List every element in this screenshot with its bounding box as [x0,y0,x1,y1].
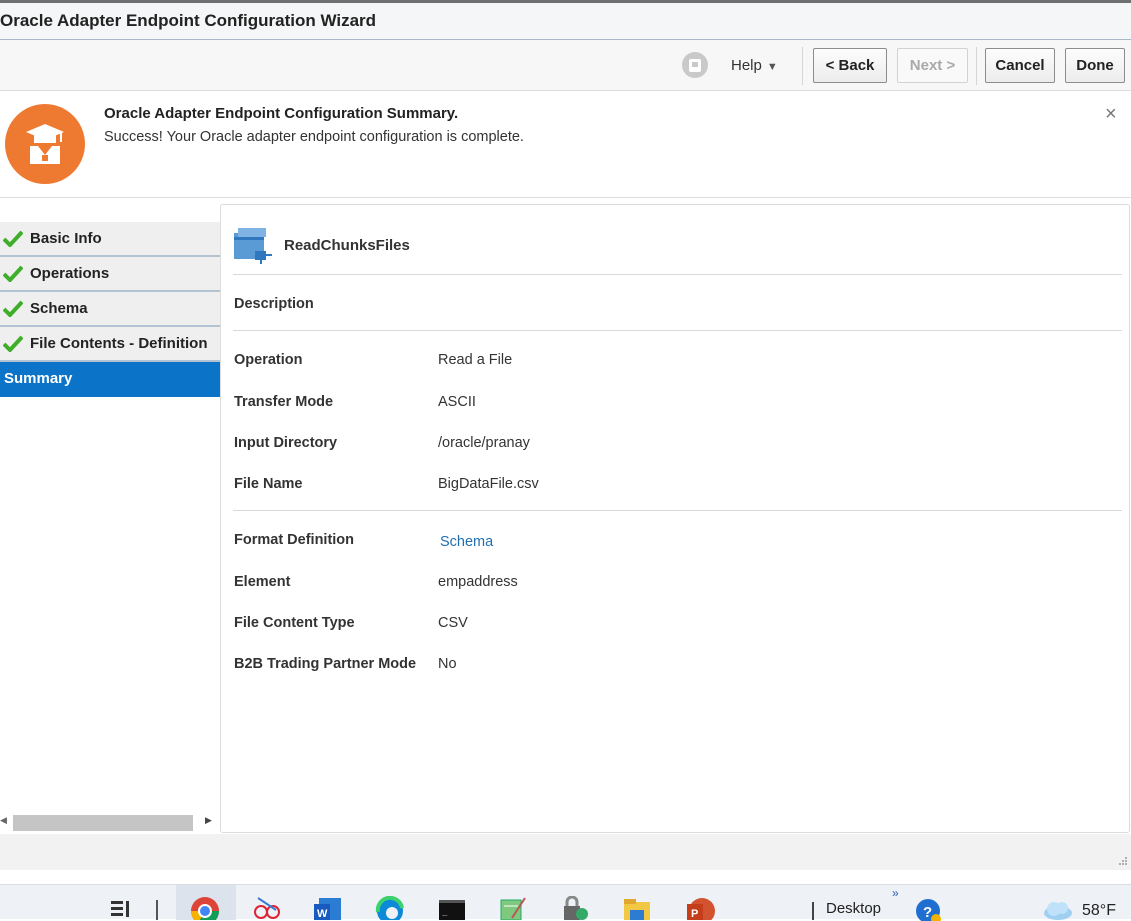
file-name-value: BigDataFile.csv [438,476,539,492]
help-label: Help [731,57,762,74]
weather-icon[interactable] [1042,897,1074,921]
task-view-icon[interactable] [110,899,132,919]
word-icon[interactable]: W [313,896,343,920]
endpoint-icon [234,228,272,264]
svg-text:_: _ [442,907,448,917]
b2b-trading-partner-mode-value: No [438,656,457,672]
help-icon[interactable]: ? [914,897,944,921]
transfer-mode-value: ASCII [438,394,476,410]
banner-title: Oracle Adapter Endpoint Configuration Su… [104,105,459,122]
terminal-icon[interactable]: _ [438,896,468,920]
done-button[interactable]: Done [1065,48,1125,83]
sidebar-item-label: Operations [30,265,110,282]
back-button[interactable]: < Back [813,48,887,83]
cancel-button[interactable]: Cancel [985,48,1055,83]
next-button[interactable]: Next > [897,48,968,83]
operation-value: Read a File [438,352,513,368]
temperature-readout[interactable]: 58°F [1082,902,1116,920]
divider [233,330,1122,331]
taskbar-gap [0,870,1131,884]
scrollbar-thumb[interactable] [13,815,193,831]
file-explorer-icon[interactable] [622,896,652,920]
sidebar-item-schema[interactable]: Schema [0,292,220,327]
check-icon [3,300,23,317]
resize-grip-icon[interactable] [1118,856,1128,866]
title-bar: Oracle Adapter Endpoint Configuration Wi… [0,3,1131,40]
dialog-footer [0,834,1131,870]
file-content-type-label: File Content Type [234,615,355,631]
chrome-icon[interactable] [190,896,220,920]
input-directory-label: Input Directory [234,435,338,451]
snipping-tool-icon[interactable] [252,896,282,920]
sidebar-item-label: Summary [4,370,73,387]
file-content-type-value: CSV [438,615,468,631]
check-icon [3,230,23,247]
schema-link[interactable]: Schema [440,534,493,550]
sidebar-item-file-contents-definition[interactable]: File Contents - Definition [0,327,220,362]
success-banner: Oracle Adapter Endpoint Configuration Su… [0,91,1131,198]
user-avatar-icon[interactable] [682,52,708,78]
file-name-label: File Name [234,476,303,492]
sidebar-item-operations[interactable]: Operations [0,257,220,292]
sidebar-item-basic-info[interactable]: Basic Info [0,222,220,257]
powerpoint-icon[interactable]: P [686,896,716,920]
banner-message: Success! Your Oracle adapter endpoint co… [104,129,524,145]
svg-text:?: ? [923,904,932,921]
description-label: Description [234,296,314,312]
sidebar-item-label: Schema [30,300,88,317]
element-label: Element [234,574,291,590]
chevron-right-icon[interactable]: » [892,886,899,900]
endpoint-name: ReadChunksFiles [284,237,410,254]
svg-text:P: P [691,908,698,920]
input-directory-value: /oracle/pranay [438,435,530,451]
graduate-icon [5,104,85,184]
scroll-right-icon[interactable]: ▶ [205,815,212,826]
desktop-toolbar-label[interactable]: Desktop [826,900,881,917]
check-icon [3,335,23,352]
element-value: empaddress [438,574,518,590]
svg-text:W: W [317,908,328,920]
check-icon [3,265,23,282]
sidebar-item-label: File Contents - Definition [30,335,208,352]
sidebar-item-summary[interactable]: Summary [0,362,220,397]
caret-down-icon: ▼ [766,61,778,73]
window-title: Oracle Adapter Endpoint Configuration Wi… [0,11,377,30]
divider [233,274,1122,275]
toolbar-separator [802,47,803,85]
os-taskbar: W _ P Desktop » ? 58°F [0,884,1131,921]
edge-icon[interactable] [375,896,405,920]
format-definition-label: Format Definition [234,532,355,548]
toolbar-separator [976,47,977,85]
sidebar-horizontal-scrollbar[interactable]: ◀ ▶ [0,814,220,832]
desktop-toolbar-divider [812,902,814,920]
b2b-trading-partner-mode-label: B2B Trading Partner Mode [234,656,417,672]
close-icon[interactable]: × [1105,103,1117,126]
operation-label: Operation [234,352,303,368]
taskbar-divider [156,900,158,920]
wizard-steps-sidebar: Basic Info Operations Schema File Conten… [0,222,220,834]
summary-panel: ReadChunksFiles Description Operation Re… [220,204,1130,833]
transfer-mode-label: Transfer Mode [234,394,334,410]
scroll-left-icon[interactable]: ◀ [0,815,7,826]
help-menu[interactable]: Help ▼ [731,57,778,74]
sidebar-item-label: Basic Info [30,230,102,247]
wizard-toolbar: Help ▼ < Back Next > Cancel Done [0,40,1131,91]
notepad-icon[interactable] [498,896,528,920]
divider [233,510,1122,511]
vpn-lock-icon[interactable] [560,896,590,920]
